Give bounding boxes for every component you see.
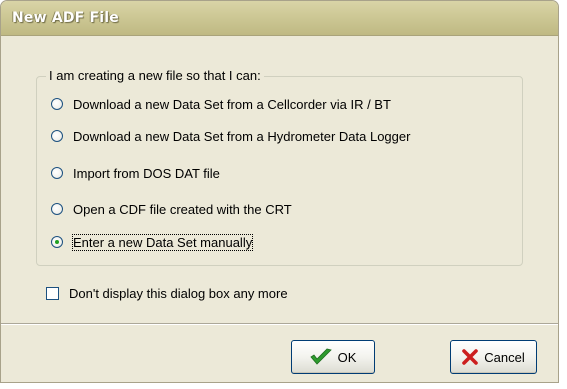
dont-display-checkbox[interactable] [46, 287, 59, 300]
options-group-legend: I am creating a new file so that I can: [46, 68, 264, 83]
ok-label: OK [337, 349, 357, 365]
separator [1, 323, 558, 325]
dialog-window: New ADF File I am creating a new file so… [0, 0, 559, 383]
cancel-button[interactable]: Cancel [450, 340, 537, 374]
dont-display-label[interactable]: Don't display this dialog box any more [69, 286, 288, 301]
option-label[interactable]: Enter a new Data Set manually [71, 233, 254, 251]
checkmark-icon [309, 348, 332, 366]
radio-button-selected[interactable] [51, 236, 63, 248]
title-bar[interactable]: New ADF File [1, 1, 558, 36]
radio-button[interactable] [51, 98, 63, 110]
dialog-title: New ADF File [12, 10, 119, 26]
option-enter-manually[interactable]: Enter a new Data Set manually [51, 232, 254, 252]
radio-button[interactable] [51, 167, 63, 179]
option-open-cdf[interactable]: Open a CDF file created with the CRT [51, 199, 292, 219]
option-import-dos-dat[interactable]: Import from DOS DAT file [51, 163, 220, 183]
radio-button[interactable] [51, 203, 63, 215]
radio-button[interactable] [51, 130, 63, 142]
cancel-label: Cancel [484, 349, 525, 365]
option-label[interactable]: Open a CDF file created with the CRT [73, 202, 292, 217]
x-icon [462, 349, 479, 365]
option-download-hydrometer[interactable]: Download a new Data Set from a Hydromete… [51, 126, 410, 146]
option-label[interactable]: Download a new Data Set from a Hydromete… [73, 129, 410, 144]
dont-display-checkbox-row[interactable]: Don't display this dialog box any more [46, 286, 288, 301]
ok-button[interactable]: OK [291, 340, 375, 374]
option-label[interactable]: Import from DOS DAT file [73, 166, 220, 181]
option-download-cellcorder[interactable]: Download a new Data Set from a Cellcorde… [51, 94, 391, 114]
option-label[interactable]: Download a new Data Set from a Cellcorde… [73, 97, 391, 112]
